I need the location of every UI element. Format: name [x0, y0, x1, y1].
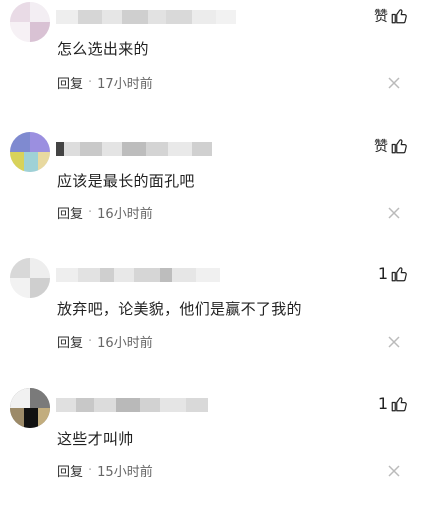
comment-text: 这些才叫帅	[57, 430, 134, 448]
thumbs-up-icon	[391, 396, 407, 411]
reply-button[interactable]: 回复	[57, 461, 83, 480]
like-button[interactable]: 赞	[374, 136, 408, 156]
comment-item: 1 放弃吧，论美貌，他们是赢不了我的 回复 · 16小时前	[0, 256, 422, 376]
like-count: 1	[377, 394, 388, 413]
avatar[interactable]	[10, 2, 50, 42]
timestamp: 15小时前	[97, 465, 153, 480]
comment-item: 1 这些才叫帅 回复 · 15小时前	[0, 386, 422, 506]
thumbs-up-icon	[391, 266, 407, 281]
username-blurred[interactable]	[56, 264, 220, 286]
username-blurred[interactable]	[56, 394, 208, 416]
comment-meta: 回复 · 17小时前	[57, 73, 153, 92]
comment-meta: 回复 · 16小时前	[57, 203, 153, 222]
timestamp: 17小时前	[97, 77, 153, 92]
comment-item: 赞 怎么选出来的 回复 · 17小时前	[0, 0, 422, 120]
reply-button[interactable]: 回复	[57, 203, 83, 222]
meta-separator: ·	[88, 334, 93, 349]
comment-text: 放弃吧，论美貌，他们是赢不了我的	[57, 300, 302, 318]
like-label: 赞	[374, 139, 388, 155]
meta-separator: ·	[88, 75, 93, 90]
meta-separator: ·	[88, 205, 93, 220]
close-icon[interactable]	[388, 336, 400, 348]
close-icon[interactable]	[388, 207, 400, 219]
username-blurred[interactable]	[56, 6, 236, 28]
comment-meta: 回复 · 16小时前	[57, 332, 153, 351]
close-icon[interactable]	[388, 77, 400, 89]
avatar[interactable]	[10, 258, 50, 298]
like-count: 1	[377, 264, 388, 283]
comment-text: 怎么选出来的	[57, 40, 149, 58]
timestamp: 16小时前	[97, 336, 153, 351]
thumbs-up-icon	[391, 139, 407, 154]
like-label: 赞	[374, 9, 388, 25]
like-button[interactable]: 赞	[374, 6, 408, 26]
like-button[interactable]: 1	[378, 394, 408, 413]
close-icon[interactable]	[388, 465, 400, 477]
like-button[interactable]: 1	[378, 264, 408, 283]
avatar[interactable]	[10, 388, 50, 428]
comment-meta: 回复 · 15小时前	[57, 461, 153, 480]
thumbs-up-icon	[391, 9, 407, 24]
timestamp: 16小时前	[97, 207, 153, 222]
reply-button[interactable]: 回复	[57, 332, 83, 351]
reply-button[interactable]: 回复	[57, 73, 83, 92]
username-blurred[interactable]	[56, 138, 212, 160]
avatar[interactable]	[10, 132, 50, 172]
comment-text: 应该是最长的面孔吧	[57, 172, 195, 190]
comment-item: 赞 应该是最长的面孔吧 回复 · 16小时前	[0, 128, 422, 248]
meta-separator: ·	[88, 463, 93, 478]
